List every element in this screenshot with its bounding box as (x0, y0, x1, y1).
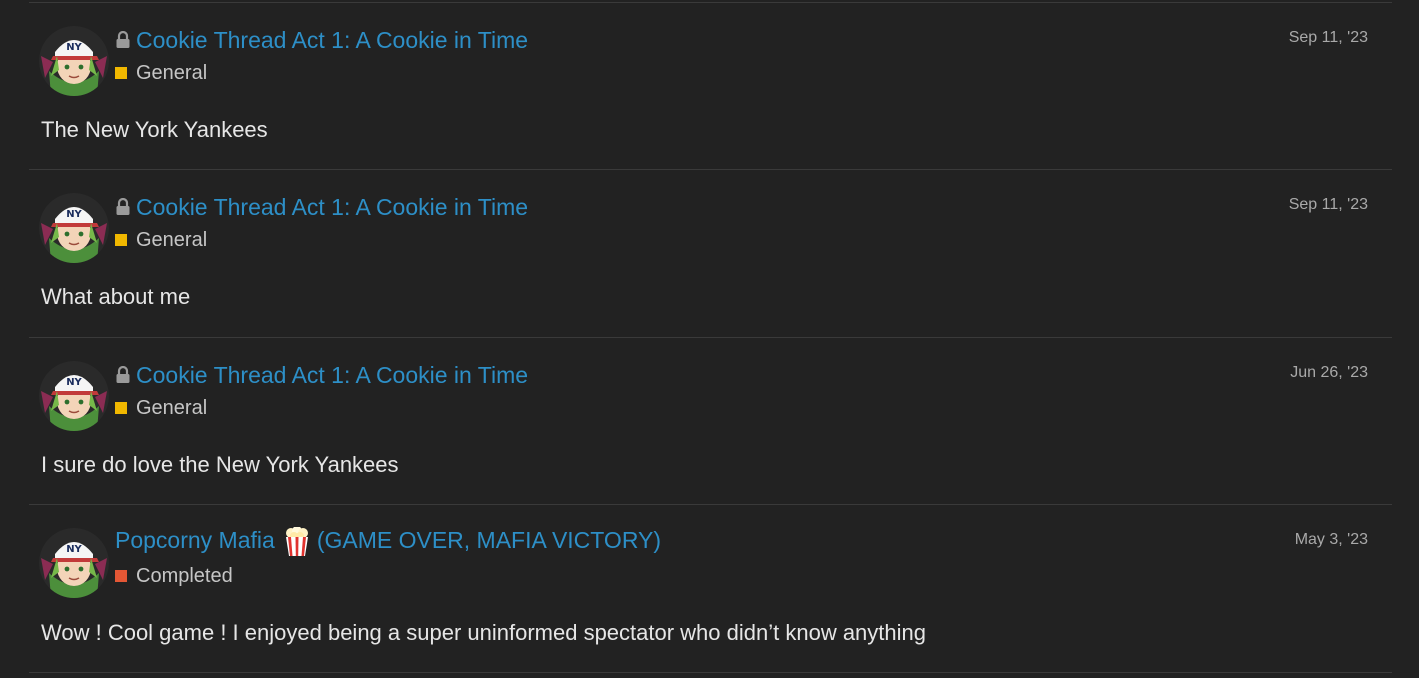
title-row: Popcorny Mafia (GAME OVER, MAFIA VICTORY… (115, 526, 662, 557)
post-date[interactable]: Sep 11, '23 (1289, 196, 1368, 214)
post-excerpt: Wow ! Cool game ! I enjoyed being a supe… (41, 620, 926, 645)
category-badge[interactable]: General (115, 228, 207, 252)
category-color-swatch (115, 570, 127, 582)
avatar[interactable]: NY (39, 361, 109, 431)
activity-post: NY Cookie Thread Act 1: A Cookie in Time… (29, 170, 1392, 337)
category-name: Completed (136, 564, 233, 587)
title-row: Cookie Thread Act 1: A Cookie in Time (115, 360, 528, 390)
category-name: General (136, 396, 208, 419)
post-excerpt: The New York Yankees (41, 117, 268, 142)
avatar[interactable]: NY (39, 528, 109, 598)
user-activity-feed: NY Cookie Thread Act 1: A Cookie in Time… (29, 0, 1392, 678)
topic-title-text: Popcorny Mafia (115, 527, 275, 554)
popcorn-icon (283, 526, 311, 557)
category-name: General (136, 228, 208, 251)
lock-icon (115, 365, 131, 384)
svg-text:NY: NY (66, 42, 82, 53)
category-color-swatch (115, 402, 127, 414)
svg-text:NY: NY (66, 377, 82, 388)
lock-icon (115, 30, 131, 49)
post-excerpt: I sure do love the New York Yankees (41, 452, 399, 477)
category-color-swatch (115, 67, 127, 79)
topic-title-link[interactable]: Cookie Thread Act 1: A Cookie in Time (136, 194, 528, 221)
activity-post: NY Cookie Thread Act 1: A Cookie in Time… (29, 338, 1392, 505)
avatar[interactable]: NY (39, 26, 109, 96)
category-name: General (136, 61, 208, 84)
topic-title-suffix: (GAME OVER, MAFIA VICTORY) (316, 527, 662, 554)
topic-title-link[interactable]: Popcorny Mafia (GAME OVER, MAFIA VICTORY… (115, 526, 662, 557)
category-badge[interactable]: General (115, 396, 207, 420)
post-excerpt: What about me (41, 284, 191, 309)
topic-title-link[interactable]: Cookie Thread Act 1: A Cookie in Time (136, 362, 528, 389)
lock-icon (115, 197, 131, 216)
post-date[interactable]: Sep 11, '23 (1289, 29, 1368, 47)
activity-post: NY Popcorny Mafia (GAME OVER, MAFIA VICT… (29, 505, 1392, 672)
title-row: Cookie Thread Act 1: A Cookie in Time (115, 25, 528, 55)
svg-text:NY: NY (66, 544, 82, 555)
post-date[interactable]: Jun 26, '23 (1290, 364, 1368, 382)
svg-text:NY: NY (66, 209, 82, 220)
title-row: Cookie Thread Act 1: A Cookie in Time (115, 192, 528, 222)
topic-title-link[interactable]: Cookie Thread Act 1: A Cookie in Time (136, 27, 528, 54)
post-date[interactable]: May 3, '23 (1295, 531, 1368, 549)
category-color-swatch (115, 234, 127, 246)
category-badge[interactable]: General (115, 61, 207, 85)
divider (29, 672, 1392, 673)
category-badge[interactable]: Completed (115, 564, 233, 588)
activity-post: NY Cookie Thread Act 1: A Cookie in Time… (29, 3, 1392, 170)
avatar[interactable]: NY (39, 193, 109, 263)
